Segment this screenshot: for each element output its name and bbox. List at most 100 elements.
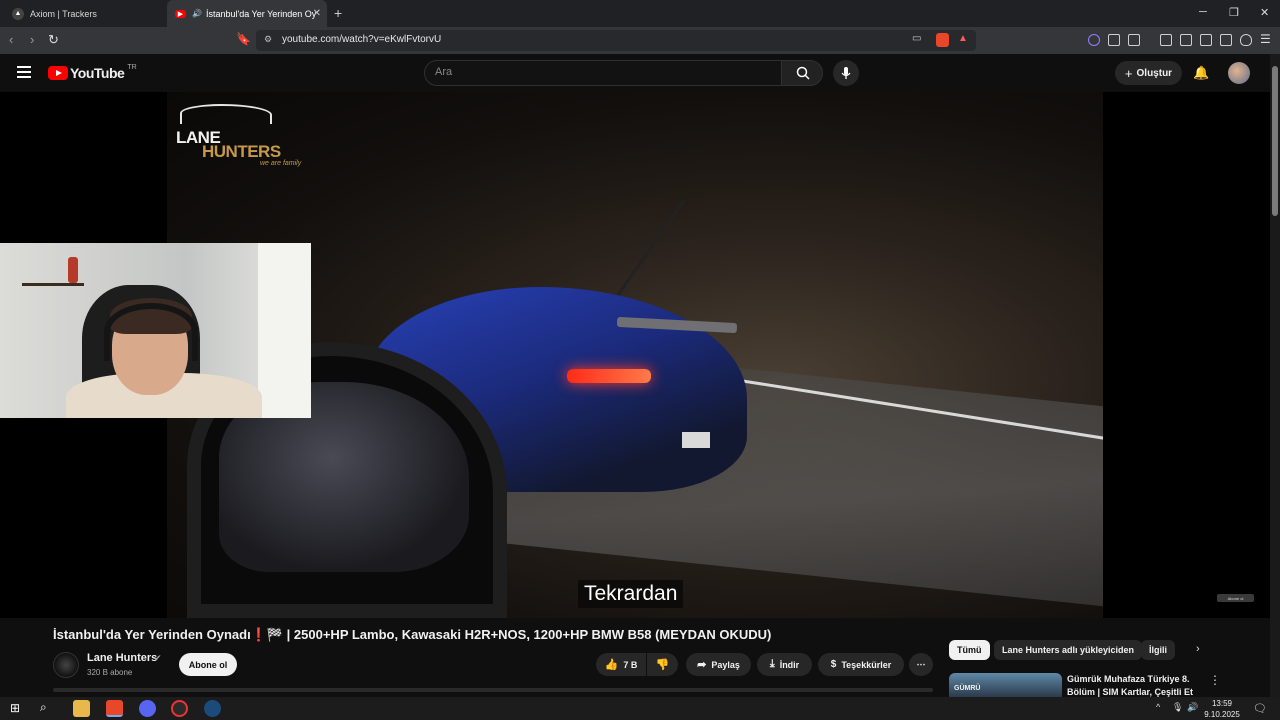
sidebar-icon[interactable] — [1180, 34, 1192, 46]
brave-shield-icon[interactable] — [936, 33, 949, 47]
obs-icon[interactable] — [171, 700, 188, 717]
extension-icon[interactable] — [1088, 34, 1100, 46]
thumbs-down-icon: 👎 — [655, 659, 670, 671]
youtube-favicon-icon: ▶ — [175, 9, 186, 18]
like-button[interactable]: 👍 7 B — [596, 653, 646, 676]
youtube-logo[interactable]: YouTube TR — [48, 63, 137, 81]
search-input[interactable] — [435, 66, 765, 78]
license-plate — [682, 432, 710, 448]
back-icon[interactable]: ‹ — [9, 32, 13, 47]
screenshot-icon[interactable] — [1128, 34, 1140, 46]
voice-search-button[interactable] — [833, 60, 859, 86]
microphone-tray-icon[interactable]: 🎙 — [1172, 702, 1183, 713]
chip-from-uploader[interactable]: Lane Hunters adlı yükleyiciden — [994, 640, 1143, 660]
headset — [104, 303, 198, 361]
cast-icon[interactable]: ▭ — [912, 33, 921, 44]
url-text: youtube.com/watch?v=eKwlFvtorvU — [282, 34, 442, 45]
chip-all[interactable]: Tümü — [949, 640, 990, 660]
chevron-right-icon[interactable]: › — [1196, 643, 1200, 655]
brave-browser-icon[interactable] — [106, 700, 123, 717]
windows-taskbar: ⊞ ⌕ — [0, 697, 1280, 720]
browser-menu-icon[interactable]: ☰ — [1260, 32, 1271, 46]
plus-icon: + — [1124, 65, 1133, 81]
create-label: Oluştur — [1136, 67, 1173, 79]
create-button[interactable]: + Oluştur — [1115, 61, 1182, 85]
notifications-bell-icon[interactable]: 🔔 — [1193, 65, 1209, 81]
volume-icon[interactable]: 🔊 — [1187, 702, 1198, 713]
car-taillight — [567, 369, 651, 383]
tab-youtube[interactable]: ▶ 🔊 İstanbul'da Yer Yerinden Oynadı ✕ — [167, 0, 327, 27]
channel-name[interactable]: Lane Hunters — [87, 652, 157, 664]
webcam-shelf — [22, 283, 84, 286]
brand-hunters-text: HUNTERS — [202, 142, 281, 161]
subscriber-count: 320 B abone — [87, 668, 133, 677]
subscribe-watermark[interactable]: Abone ol — [1217, 594, 1254, 602]
microphone-icon — [841, 67, 851, 79]
description-box-edge — [53, 688, 933, 692]
hamburger-menu-icon[interactable] — [17, 66, 31, 78]
media-icon[interactable] — [1160, 34, 1172, 46]
subscribe-button[interactable]: Abone ol — [179, 653, 237, 676]
axiom-icon: ▲ — [12, 7, 24, 20]
download-label: İndir — [779, 659, 800, 670]
more-actions-button[interactable]: ⋯ — [909, 653, 933, 676]
search-box[interactable] — [424, 60, 782, 86]
reload-icon[interactable]: ↻ — [48, 32, 59, 48]
thanks-button[interactable]: $ Teşekkürler — [818, 653, 904, 676]
close-window-icon[interactable]: ✕ — [1260, 6, 1269, 19]
account-avatar[interactable] — [1228, 62, 1250, 84]
wallet-icon[interactable] — [1200, 34, 1212, 46]
dislike-button[interactable]: 👎 — [647, 653, 678, 676]
steam-icon[interactable] — [204, 700, 221, 717]
restore-icon[interactable]: ❐ — [1229, 6, 1239, 19]
page-scrollbar[interactable] — [1270, 54, 1280, 698]
vpn-shield-icon[interactable] — [1240, 34, 1252, 46]
channel-watermark-logo: LANE HUNTERS we are family — [170, 104, 310, 174]
brave-rewards-icon[interactable]: ▲ — [958, 33, 968, 44]
download-button[interactable]: ⤓ İndir — [757, 653, 812, 676]
verified-check-icon: ✔ — [154, 653, 162, 663]
webcam-overlay — [0, 243, 311, 418]
channel-avatar[interactable] — [53, 652, 79, 678]
thanks-label: Teşekkürler — [841, 659, 892, 670]
puzzle-icon[interactable] — [1108, 34, 1120, 46]
subscribe-label: Abone ol — [188, 659, 228, 670]
car-outline-icon — [180, 104, 272, 124]
forward-icon[interactable]: › — [30, 32, 34, 47]
share-button[interactable]: ➦ Paylaş — [686, 653, 751, 676]
file-explorer-icon[interactable] — [73, 700, 90, 717]
bookmark-icon[interactable]: 🔖 — [236, 32, 251, 46]
address-bar[interactable]: ⚙ youtube.com/watch?v=eKwlFvtorvU ▭ ▲ — [256, 30, 976, 51]
tab-axiom[interactable]: ▲ Axiom | Trackers — [4, 0, 164, 27]
kebab-menu-icon[interactable]: ⋮ — [1209, 673, 1221, 687]
recommendation-title[interactable]: Gümrük Muhafaza Türkiye 8. Bölüm | SIM K… — [1067, 673, 1197, 697]
share-label: Paylaş — [711, 659, 740, 670]
site-info-icon[interactable]: ⚙ — [264, 34, 272, 45]
taskbar-clock[interactable]: 13:59 9.10.2025 — [1202, 698, 1242, 720]
close-tab-icon[interactable]: ✕ — [313, 8, 321, 19]
webcam-wall — [258, 243, 311, 418]
audio-playing-icon: 🔊 — [192, 9, 202, 18]
clock-date: 9.10.2025 — [1204, 710, 1240, 719]
youtube-header: YouTube TR + Oluştur 🔔 — [0, 54, 1270, 92]
video-title: İstanbul'da Yer Yerinden Oynadı❗🏁 | 2500… — [53, 627, 772, 642]
clock-time: 13:59 — [1211, 699, 1233, 708]
chip-related[interactable]: İlgili — [1141, 640, 1175, 660]
search-button[interactable] — [781, 60, 823, 86]
new-tab-button[interactable]: + — [334, 5, 342, 21]
youtube-play-icon — [48, 66, 68, 80]
search-taskbar-icon[interactable]: ⌕ — [40, 700, 47, 715]
chip-label: Tümü — [957, 645, 982, 655]
discord-icon[interactable] — [139, 700, 156, 717]
download-icon: ⤓ — [769, 658, 775, 670]
tab-label: İstanbul'da Yer Yerinden Oynadı — [205, 8, 316, 19]
windows-start-icon[interactable]: ⊞ — [10, 701, 20, 715]
minimize-icon[interactable]: ─ — [1199, 6, 1207, 18]
region-code: TR — [127, 63, 137, 71]
notification-center-icon[interactable]: 🗨 — [1253, 702, 1267, 715]
scrollbar-thumb[interactable] — [1272, 66, 1278, 216]
tray-overflow-icon[interactable]: ^ — [1156, 702, 1160, 712]
leo-ai-icon[interactable] — [1220, 34, 1232, 46]
browser-tab-strip: ▲ Axiom | Trackers ▶ 🔊 İstanbul'da Yer Y… — [0, 0, 1280, 27]
super-thanks-icon: $ — [830, 659, 837, 670]
